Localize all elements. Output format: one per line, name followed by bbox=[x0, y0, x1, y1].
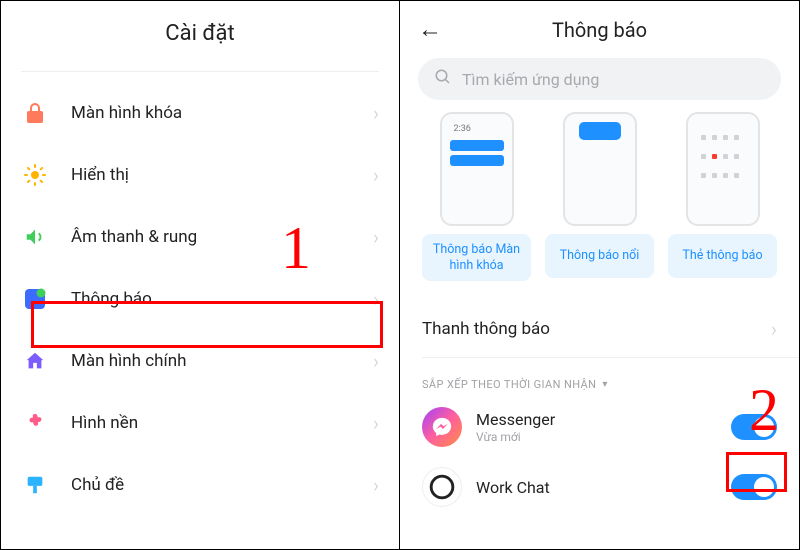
notifications-title: Thông báo bbox=[446, 18, 753, 42]
settings-item-label: Thông báo bbox=[71, 289, 373, 309]
search-placeholder: Tìm kiếm ứng dụng bbox=[462, 70, 599, 89]
triptych-badge[interactable]: Thẻ thông báo bbox=[668, 112, 777, 281]
notification-bar-row[interactable]: Thanh thông báo › bbox=[400, 301, 799, 357]
chevron-right-icon: › bbox=[373, 225, 379, 249]
settings-divider bbox=[21, 71, 379, 72]
sort-header-label: SẮP XẾP THEO THỜI GIAN NHẬN bbox=[422, 378, 596, 391]
home-icon bbox=[21, 347, 49, 375]
brush-icon bbox=[21, 471, 49, 499]
phone-mock-float bbox=[563, 112, 637, 226]
messenger-toggle[interactable] bbox=[731, 414, 777, 440]
settings-item-wallpaper[interactable]: Hình nền › bbox=[21, 392, 379, 454]
workchat-toggle[interactable] bbox=[731, 474, 777, 500]
app-meta: Messenger Vừa mới bbox=[476, 410, 731, 444]
flower-icon bbox=[21, 409, 49, 437]
settings-item-label: Hiển thị bbox=[71, 165, 373, 185]
notifications-pane: ← Thông báo Tìm kiếm ứng dụng 2:36 Thông… bbox=[400, 1, 799, 549]
speaker-icon bbox=[21, 223, 49, 251]
chevron-right-icon: › bbox=[373, 473, 379, 497]
chevron-right-icon: › bbox=[771, 317, 777, 341]
chevron-right-icon: › bbox=[373, 163, 379, 187]
sort-header[interactable]: SẮP XẾP THEO THỜI GIAN NHẬN ▾ bbox=[400, 358, 799, 399]
settings-item-label: Màn hình khóa bbox=[71, 103, 373, 123]
settings-item-label: Hình nền bbox=[71, 413, 373, 433]
chevron-right-icon: › bbox=[373, 411, 379, 435]
settings-pane: Cài đặt Màn hình khóa › Hiển thị › Âm th… bbox=[1, 1, 400, 549]
chevron-right-icon: › bbox=[373, 101, 379, 125]
settings-title: Cài đặt bbox=[1, 1, 399, 56]
chevron-right-icon: › bbox=[373, 287, 379, 311]
triptych-float[interactable]: Thông báo nổi bbox=[545, 112, 654, 281]
chevron-down-icon: ▾ bbox=[602, 379, 607, 390]
settings-item-label: Chủ đề bbox=[71, 475, 373, 495]
app-name-label: Work Chat bbox=[476, 478, 731, 497]
triptych-label: Thẻ thông báo bbox=[668, 234, 777, 278]
notifications-header: ← Thông báo bbox=[400, 1, 799, 50]
settings-list: Màn hình khóa › Hiển thị › Âm thanh & ru… bbox=[1, 82, 399, 516]
settings-item-homescreen[interactable]: Màn hình chính › bbox=[21, 330, 379, 392]
notification-icon bbox=[21, 285, 49, 313]
phone-mock-badge bbox=[686, 112, 760, 226]
mock-clock: 2:36 bbox=[454, 124, 471, 134]
search-icon bbox=[434, 68, 452, 90]
triptych-label: Thông báo Màn hình khóa bbox=[422, 234, 531, 281]
app-row-workchat[interactable]: Work Chat bbox=[400, 459, 799, 515]
settings-item-label: Âm thanh & rung bbox=[71, 227, 373, 247]
app-row-messenger[interactable]: Messenger Vừa mới bbox=[400, 399, 799, 455]
notification-style-triptych: 2:36 Thông báo Màn hình khóa Thông báo n… bbox=[400, 112, 799, 281]
settings-item-notifications[interactable]: Thông báo › bbox=[21, 268, 379, 330]
settings-item-theme[interactable]: Chủ đề › bbox=[21, 454, 379, 516]
back-button[interactable]: ← bbox=[418, 15, 446, 44]
triptych-lockscreen[interactable]: 2:36 Thông báo Màn hình khóa bbox=[422, 112, 531, 281]
settings-item-display[interactable]: Hiển thị › bbox=[21, 144, 379, 206]
app-sub-label: Vừa mới bbox=[476, 430, 731, 444]
triptych-label: Thông báo nổi bbox=[545, 234, 654, 278]
app-name-label: Messenger bbox=[476, 410, 731, 429]
settings-item-sound[interactable]: Âm thanh & rung › bbox=[21, 206, 379, 268]
messenger-icon bbox=[422, 407, 462, 447]
workchat-icon bbox=[422, 467, 462, 507]
settings-item-label: Màn hình chính bbox=[71, 351, 373, 371]
lock-icon bbox=[21, 99, 49, 127]
search-input[interactable]: Tìm kiếm ứng dụng bbox=[418, 58, 781, 100]
phone-mock-lockscreen: 2:36 bbox=[440, 112, 514, 226]
notification-bar-label: Thanh thông báo bbox=[422, 319, 550, 339]
app-meta: Work Chat bbox=[476, 478, 731, 497]
settings-item-lockscreen[interactable]: Màn hình khóa › bbox=[21, 82, 379, 144]
chevron-right-icon: › bbox=[373, 349, 379, 373]
sun-icon bbox=[21, 161, 49, 189]
